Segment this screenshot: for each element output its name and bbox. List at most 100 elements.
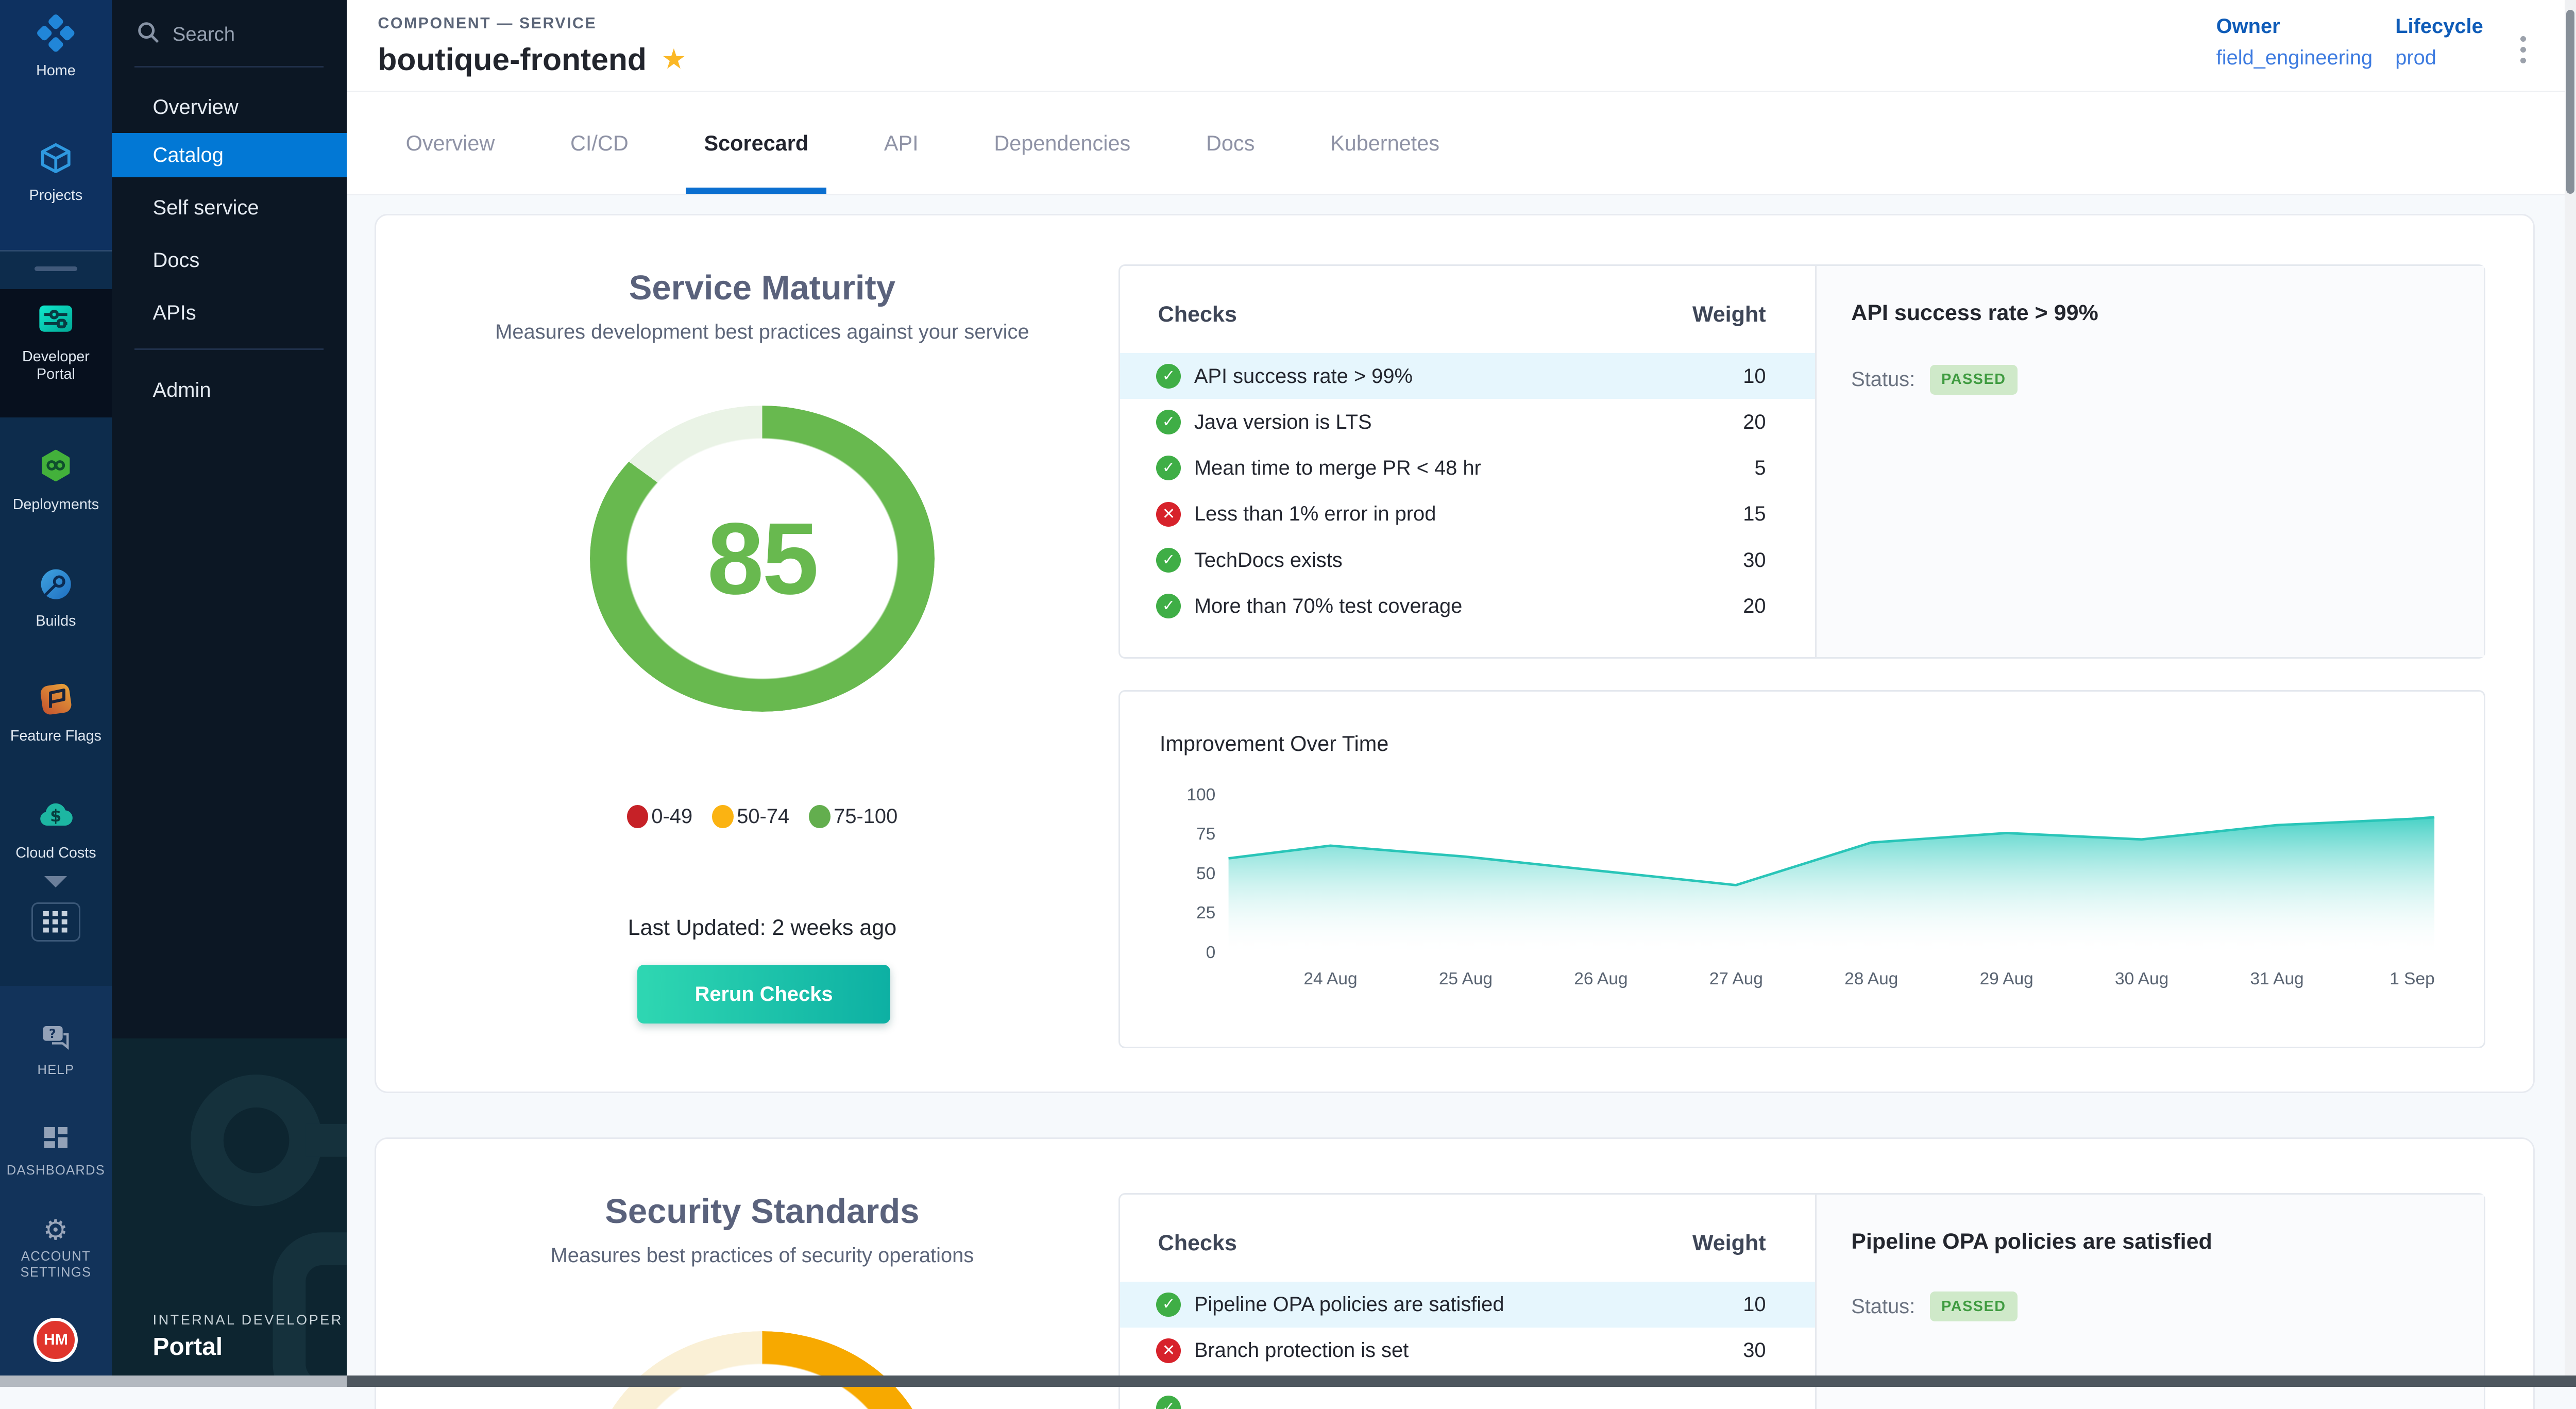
sidebar-item-deployments[interactable]: Deployments: [0, 447, 112, 513]
check-row-api-success[interactable]: ✓ API success rate > 99% 10: [1120, 353, 1815, 399]
chevron-down-icon: [44, 876, 67, 887]
horizontal-scrollbar[interactable]: [0, 1376, 2576, 1387]
tab-api[interactable]: API: [884, 92, 919, 194]
divider: [134, 348, 324, 350]
chart-title: Improvement Over Time: [1160, 731, 1388, 756]
check-row-error-rate[interactable]: ✕ Less than 1% error in prod 15: [1120, 491, 1815, 537]
search-icon: [137, 21, 160, 49]
check-row-techdocs[interactable]: ✓ TechDocs exists 30: [1120, 537, 1815, 583]
svg-text:?: ?: [48, 1027, 56, 1042]
check-detail-status: Status: PASSED: [1851, 1291, 2018, 1322]
developer-portal-icon: [36, 299, 76, 343]
weight-column-header: Weight: [1692, 302, 1766, 327]
check-detail-panel: API success rate > 99% Status: PASSED: [1815, 266, 2484, 657]
sidebar-item-dashboards[interactable]: DASHBOARDS: [0, 1124, 112, 1178]
user-avatar-button[interactable]: HM: [0, 1318, 112, 1362]
scorecard-security-standards: Security Standards Measures best practic…: [375, 1137, 2535, 1409]
sidebar-item-cloud-costs[interactable]: $ Cloud Costs: [0, 795, 112, 862]
check-passed-icon: ✓: [1156, 548, 1181, 573]
owner-meta: Owner field_engineering: [2216, 15, 2373, 70]
sidebar-item-projects[interactable]: Projects: [0, 138, 112, 205]
module-picker-button[interactable]: [0, 902, 112, 942]
sidebar-item-overview[interactable]: Overview: [112, 86, 347, 130]
check-passed-icon: ✓: [1156, 364, 1181, 389]
feature-flags-icon: [37, 680, 75, 723]
gear-icon: ⚙: [43, 1216, 69, 1244]
sidebar-item-label: DASHBOARDS: [7, 1163, 105, 1179]
status-badge: PASSED: [1930, 1291, 2018, 1322]
tab-docs[interactable]: Docs: [1206, 92, 1255, 194]
vertical-scrollbar[interactable]: [2565, 0, 2576, 1376]
lifecycle-link[interactable]: prod: [2395, 46, 2483, 70]
x-tick-label: 24 Aug: [1273, 969, 1388, 989]
sidebar-item-label: Developer Portal: [5, 348, 107, 383]
more-options-kebab-icon[interactable]: [2514, 29, 2533, 70]
search-placeholder: Search: [173, 23, 235, 46]
owner-link[interactable]: field_engineering: [2216, 46, 2373, 70]
tab-overview[interactable]: Overview: [406, 92, 495, 194]
y-tick-label: 75: [1137, 825, 1215, 844]
vertical-scrollbar-thumb[interactable]: [2566, 10, 2574, 194]
divider: [134, 66, 324, 68]
y-tick-label: 25: [1137, 903, 1215, 923]
legend-dot: [627, 805, 648, 828]
sidebar-item-help[interactable]: ? HELP: [0, 1022, 112, 1078]
tab-kubernetes[interactable]: Kubernetes: [1330, 92, 1439, 194]
check-failed-icon: ✕: [1156, 502, 1181, 527]
score-legend: 0-49 50-74 75-100: [376, 805, 1148, 828]
check-row-branch-protection[interactable]: ✕ Branch protection is set 30: [1120, 1328, 1815, 1373]
sidebar-item-catalog[interactable]: Catalog: [112, 133, 347, 177]
check-row-java-lts[interactable]: ✓ Java version is LTS 20: [1120, 399, 1815, 445]
tab-scorecard[interactable]: Scorecard: [704, 92, 808, 194]
check-row-partial[interactable]: ✓: [1120, 1385, 1815, 1409]
checks-table: Checks Weight ✓ API success rate > 99% 1…: [1120, 266, 1815, 657]
portal-eyebrow: INTERNAL DEVELOPER: [153, 1312, 343, 1328]
scorecard-title: Security Standards: [376, 1192, 1148, 1231]
tab-dependencies[interactable]: Dependencies: [994, 92, 1130, 194]
svg-text:$: $: [50, 806, 61, 826]
check-row-opa-policies[interactable]: ✓ Pipeline OPA policies are satisfied 10: [1120, 1282, 1815, 1328]
check-row-merge-time[interactable]: ✓ Mean time to merge PR < 48 hr 5: [1120, 445, 1815, 491]
sidebar-item-docs[interactable]: Docs: [112, 238, 347, 282]
favorite-star-icon[interactable]: ★: [662, 45, 687, 73]
sidebar-item-apis[interactable]: APIs: [112, 291, 347, 335]
check-detail-title: API success rate > 99%: [1851, 300, 2098, 326]
sidebar-item-self-service[interactable]: Self service: [112, 186, 347, 230]
area-chart: [1224, 769, 2439, 953]
checks-column-header: Checks: [1158, 302, 1237, 327]
sidebar-item-builds[interactable]: Builds: [0, 565, 112, 630]
check-row-test-coverage[interactable]: ✓ More than 70% test coverage 20: [1120, 583, 1815, 629]
sidebar-item-label: ACCOUNT SETTINGS: [5, 1249, 107, 1280]
sidebar-item-home[interactable]: Home: [0, 13, 112, 80]
help-chat-icon: ?: [40, 1022, 73, 1057]
check-detail-status: Status: PASSED: [1851, 365, 2018, 395]
horizontal-scrollbar-thumb[interactable]: [347, 1376, 2576, 1387]
sidebar-item-feature-flags[interactable]: Feature Flags: [0, 680, 112, 745]
avatar: HM: [33, 1318, 78, 1362]
dashboards-icon: [40, 1124, 72, 1158]
check-failed-icon: ✕: [1156, 1338, 1181, 1363]
check-passed-icon: ✓: [1156, 1293, 1181, 1317]
scorecard-subtitle: Measures development best practices agai…: [376, 321, 1148, 344]
rail-collapse-chevron[interactable]: [0, 876, 112, 887]
maturity-score-gauge: 85: [590, 406, 935, 711]
owner-label: Owner: [2216, 15, 2373, 38]
maturity-checks-panel: Checks Weight ✓ API success rate > 99% 1…: [1118, 264, 2485, 659]
sidebar-item-account-settings[interactable]: ⚙ ACCOUNT SETTINGS: [0, 1216, 112, 1281]
sidebar-item-label: Cloud Costs: [15, 844, 96, 862]
breadcrumb: COMPONENT — SERVICE: [378, 15, 597, 32]
last-updated-text: Last Updated: 2 weeks ago: [376, 915, 1148, 941]
tab-cicd[interactable]: CI/CD: [570, 92, 629, 194]
legend-dot: [809, 805, 830, 828]
sidebar-item-admin[interactable]: Admin: [112, 368, 347, 412]
search-input[interactable]: Search: [112, 13, 347, 56]
builds-icon: [37, 565, 75, 608]
improvement-chart-panel: Improvement Over Time 0255075100 24 Aug2…: [1118, 690, 2485, 1048]
rerun-checks-button[interactable]: Rerun Checks: [637, 965, 890, 1024]
sidebar-item-developer-portal[interactable]: Developer Portal: [0, 299, 112, 383]
x-tick-label: 26 Aug: [1544, 969, 1658, 989]
sidebar-item-label: Projects: [29, 187, 83, 204]
rail-dash: [35, 266, 77, 272]
x-tick-label: 30 Aug: [2084, 969, 2199, 989]
page-title: boutique-frontend: [378, 41, 647, 77]
